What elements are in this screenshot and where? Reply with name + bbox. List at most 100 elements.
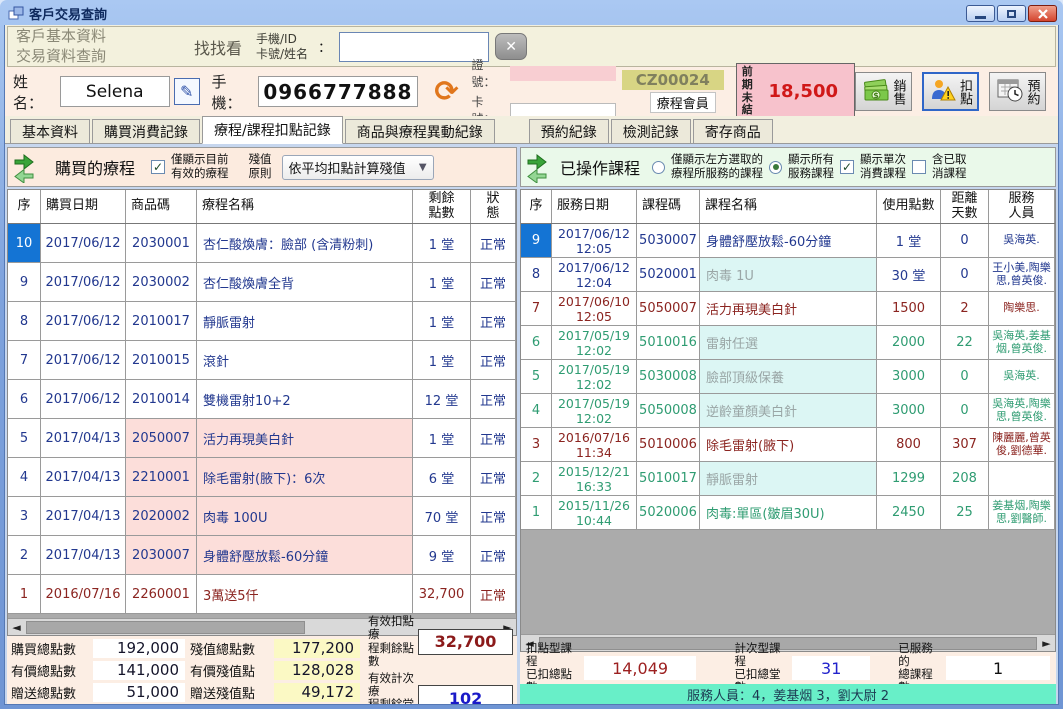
- cell-days-since: 0: [941, 258, 989, 291]
- cell-service-datetime: 2015/12/21 16:33: [552, 462, 637, 495]
- cell-product-code: 2050007: [126, 419, 197, 457]
- treatment-row[interactable]: 42017/04/132210001除毛雷射(腋下)：6次6 堂正常: [8, 458, 516, 497]
- id-label: 證號：: [472, 56, 506, 90]
- sales-button[interactable]: $ 銷售: [855, 72, 912, 111]
- treatment-row[interactable]: 32017/04/132020002肉毒 100U70 堂正常: [8, 497, 516, 536]
- cell-product-code: 2260001: [126, 575, 197, 613]
- cell-service-datetime: 2015/11/26 10:44: [552, 496, 637, 529]
- cell-staff: 吳海英.: [989, 360, 1055, 393]
- single-purchase-checkbox[interactable]: ✓: [840, 160, 854, 174]
- scroll-right-arrow[interactable]: ►: [1038, 635, 1055, 651]
- left-summary: 購買總點數 192,000 殘值總點數 177,200 有價總點數 141,00…: [7, 636, 517, 704]
- deducted-points-value: 14,049: [584, 656, 697, 680]
- active-treatments-checkbox[interactable]: ✓: [151, 160, 165, 174]
- cell-course-code: 5030007: [637, 224, 700, 257]
- treatment-row[interactable]: 82017/06/122010017靜脈雷射1 堂正常: [8, 302, 516, 341]
- treatment-row[interactable]: 102017/06/122030001杏仁酸煥膚：臉部 (含清粉刺)1 堂正常: [8, 224, 516, 263]
- cell-days-since: 22: [941, 326, 989, 359]
- cell-service-datetime: 2017/05/19 12:02: [552, 394, 637, 427]
- tab-booking-history[interactable]: 預約紀錄: [529, 119, 609, 143]
- course-row[interactable]: 52017/05/19 12:025030008臉部頂級保養30000吳海英.: [521, 360, 1055, 394]
- course-row[interactable]: 22015/12/21 16:335010017靜脈雷射1299208: [521, 462, 1055, 496]
- cell-course-name: 肉毒 1U: [700, 258, 877, 291]
- cell-treatment-name: 雙機雷射10+2: [197, 380, 413, 418]
- remaining-points-value: 32,700: [418, 629, 513, 655]
- transfer-arrows-icon[interactable]: [526, 151, 548, 183]
- cell-course-name: 臉部頂級保養: [700, 360, 877, 393]
- cell-remaining: 1 堂: [413, 224, 471, 262]
- treatment-row[interactable]: 62017/06/122010014雙機雷射10+212 堂正常: [8, 380, 516, 419]
- cancelled-courses-checkbox[interactable]: [912, 160, 926, 174]
- treatment-row[interactable]: 72017/06/122010015滾針1 堂正常: [8, 341, 516, 380]
- search-input[interactable]: [339, 32, 489, 62]
- course-row[interactable]: 62017/05/19 12:025010016雷射任選200022吳海英,姜基…: [521, 326, 1055, 360]
- close-button[interactable]: [1028, 5, 1057, 22]
- cell-used-points: 1500: [877, 292, 941, 325]
- tab-purchase-history[interactable]: 購買消費記錄: [92, 119, 200, 143]
- scroll-left-arrow[interactable]: ◄: [8, 619, 25, 635]
- id-field[interactable]: [510, 66, 616, 81]
- treatment-row[interactable]: 12016/07/1622600013萬送5仟32,700正常: [8, 575, 516, 614]
- cell-seq: 10: [8, 224, 41, 262]
- treatment-row[interactable]: 52017/04/132050007活力再現美白針1 堂正常: [8, 419, 516, 458]
- cell-remaining: 1 堂: [413, 302, 471, 340]
- cell-course-name: 逆齡童顏美白針: [700, 394, 877, 427]
- course-row[interactable]: 92017/06/12 12:055030007身體舒壓放鬆-60分鐘1 堂0吳…: [521, 224, 1055, 258]
- title-bar[interactable]: 客戶交易查詢: [4, 0, 1059, 25]
- search-field-label: 手機/ID 卡號/姓名: [256, 32, 308, 61]
- heading-line1: 客戶基本資料: [16, 27, 146, 47]
- minimize-button[interactable]: [966, 5, 995, 22]
- prior-unsettled-value: 18,500: [769, 81, 838, 102]
- cell-treatment-name: 肉毒 100U: [197, 497, 413, 535]
- cell-service-datetime: 2017/06/12 12:05: [552, 224, 637, 257]
- column-header: 狀 態: [471, 190, 516, 223]
- treatment-row[interactable]: 92017/06/122030002杏仁酸煥膚全背1 堂正常: [8, 263, 516, 302]
- right-h-scrollbar[interactable]: ◄ ►: [521, 634, 1055, 651]
- cell-product-code: 2010014: [126, 380, 197, 418]
- scroll-thumb[interactable]: [26, 621, 305, 634]
- scroll-thumb[interactable]: [539, 637, 1037, 650]
- cell-treatment-name: 杏仁酸煥膚全背: [197, 263, 413, 301]
- cell-product-code: 2020002: [126, 497, 197, 535]
- phone-label: 手機：: [212, 71, 255, 113]
- cell-used-points: 3000: [877, 360, 941, 393]
- cell-used-points: 2450: [877, 496, 941, 529]
- refresh-icon[interactable]: ⟳: [428, 77, 466, 106]
- tab-treatment-points[interactable]: 療程/課程扣點記錄: [202, 116, 343, 144]
- radio-all-courses[interactable]: [769, 161, 782, 174]
- transfer-arrows-icon[interactable]: [13, 151, 35, 183]
- course-row[interactable]: 12015/11/26 10:445020006肉毒:單區(皺眉30U)2450…: [521, 496, 1055, 530]
- summary-value: 177,200: [274, 639, 360, 658]
- booking-button[interactable]: 預約: [989, 72, 1046, 111]
- cell-staff: 吳海英.: [989, 224, 1055, 257]
- right-panel-title: 已操作課程: [560, 155, 640, 179]
- cell-seq: 7: [521, 292, 552, 325]
- app-icon: [8, 6, 24, 21]
- restore-button[interactable]: [997, 5, 1026, 22]
- remaining-sessions-label: 有效計次療 程剩餘堂數: [368, 672, 414, 704]
- cell-seq: 4: [8, 458, 41, 496]
- find-label: 找找看: [194, 35, 242, 59]
- course-row[interactable]: 42017/05/19 12:025050008逆齡童顏美白針30000吳海英,…: [521, 394, 1055, 428]
- column-header: 服務日期: [552, 190, 637, 223]
- course-row[interactable]: 82017/06/12 12:045020001肉毒 1U30 堂0王小美,陶樂…: [521, 258, 1055, 292]
- radio-selected-treatment[interactable]: [652, 161, 665, 174]
- cell-seq: 9: [521, 224, 552, 257]
- main-split: 購買的療程 ✓ 僅顯示目前 有效的療程 殘值 原則 依平均扣點計算殘值 ▼ 序購…: [5, 144, 1058, 704]
- cell-service-datetime: 2016/07/16 11:34: [552, 428, 637, 461]
- tab-basic-profile[interactable]: 基本資料: [10, 119, 90, 143]
- svg-text:$: $: [873, 91, 879, 100]
- treatment-row[interactable]: 22017/04/132030007身體舒壓放鬆-60分鐘9 堂正常: [8, 536, 516, 575]
- course-row[interactable]: 72017/06/10 12:055050007活力再現美白針15002陶樂思.: [521, 292, 1055, 326]
- cell-course-code: 5050008: [637, 394, 700, 427]
- tab-test-records[interactable]: 檢測記錄: [611, 119, 691, 143]
- cell-treatment-name: 身體舒壓放鬆-60分鐘: [197, 536, 413, 574]
- residual-rule-select[interactable]: 依平均扣點計算殘值 ▼: [282, 155, 434, 180]
- cell-treatment-name: 活力再現美白針: [197, 419, 413, 457]
- edit-name-button[interactable]: ✎: [174, 78, 200, 105]
- cell-course-name: 雷射任選: [700, 326, 877, 359]
- tab-product-changes[interactable]: 商品與療程異動紀錄: [345, 119, 495, 143]
- deduct-points-button[interactable]: 扣點: [922, 72, 979, 111]
- course-row[interactable]: 32016/07/16 11:345010006除毛雷射(腋下)800307陳麗…: [521, 428, 1055, 462]
- tab-stored-products[interactable]: 寄存商品: [693, 119, 773, 143]
